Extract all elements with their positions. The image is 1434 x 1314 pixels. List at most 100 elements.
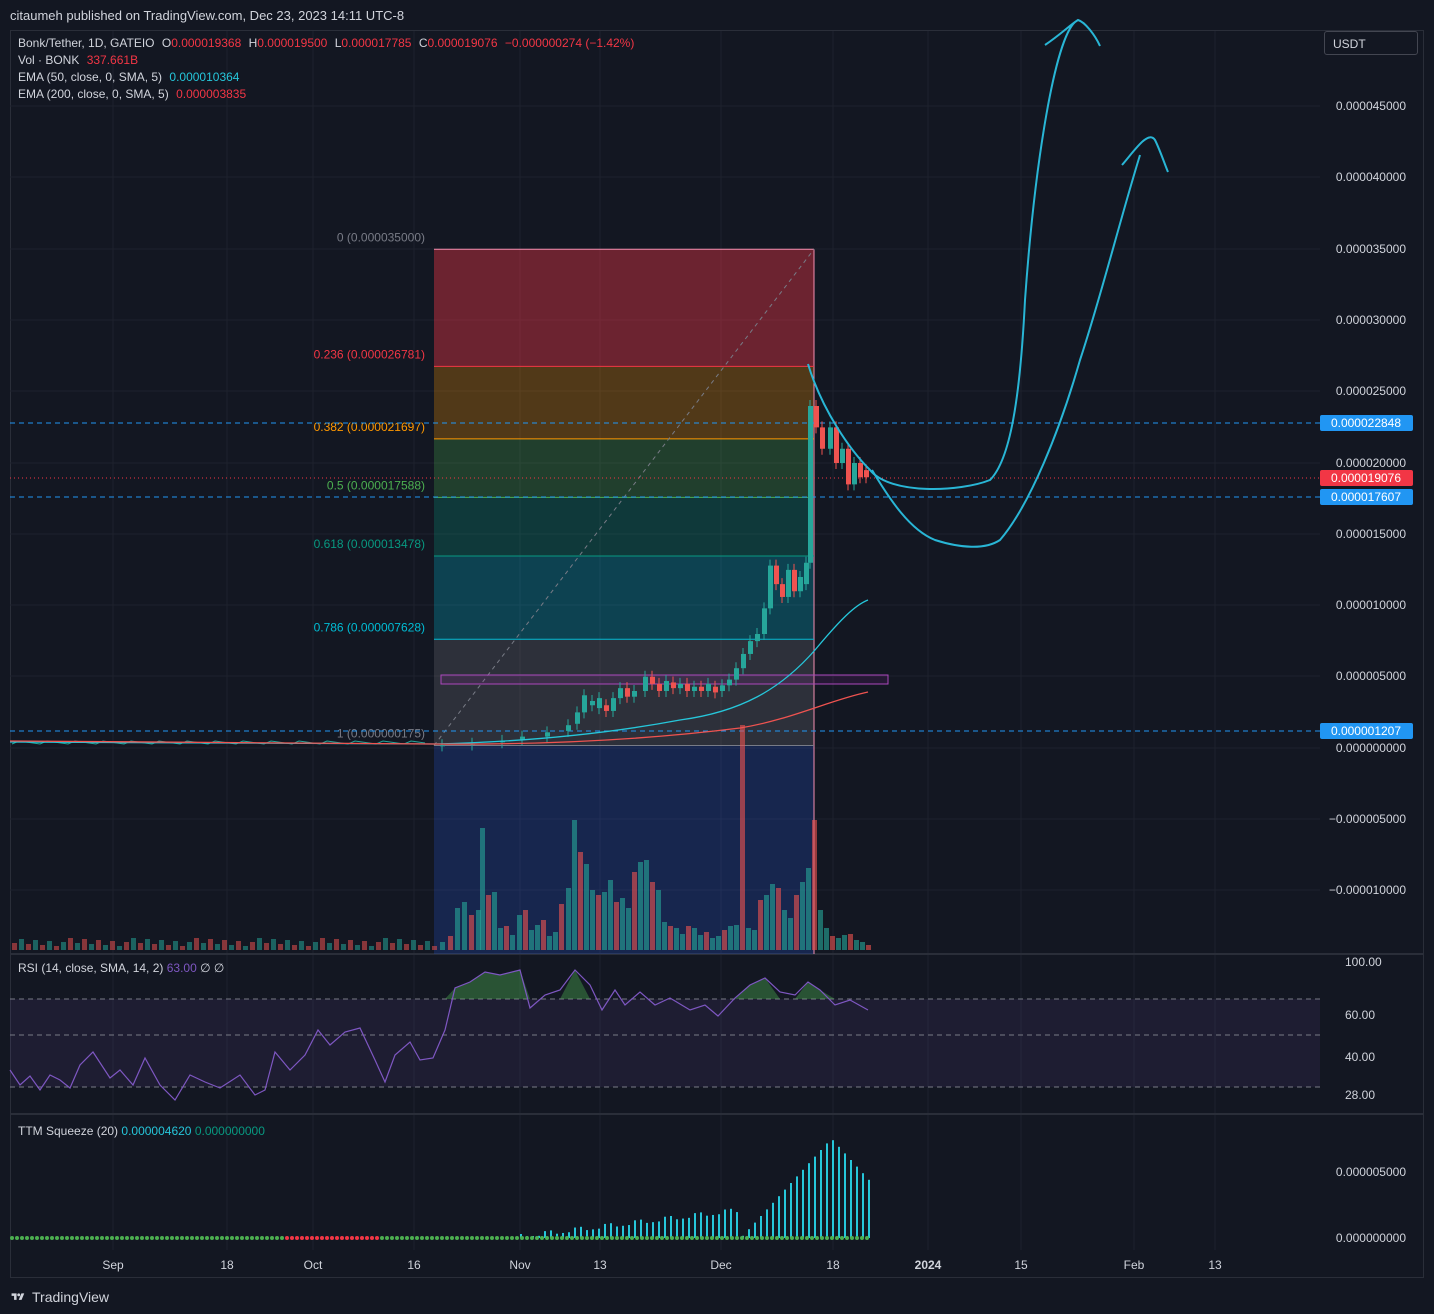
rsi-legend: RSI (14, close, SMA, 14, 2) 63.00 ∅ ∅ bbox=[18, 961, 224, 975]
volume-bar bbox=[208, 939, 213, 950]
squeeze-dot bbox=[30, 1236, 34, 1240]
candle bbox=[852, 463, 857, 485]
volume-bar bbox=[383, 938, 388, 950]
volume-bar bbox=[215, 944, 220, 950]
squeeze-dot bbox=[770, 1236, 774, 1240]
squeeze-dot bbox=[730, 1236, 734, 1240]
squeeze-dot bbox=[270, 1236, 274, 1240]
volume-bar bbox=[89, 944, 94, 950]
squeeze-dot bbox=[540, 1236, 544, 1240]
volume-bar bbox=[341, 944, 346, 950]
squeeze-label[interactable]: TTM Squeeze (20) bbox=[18, 1124, 118, 1138]
volume-bar bbox=[152, 944, 157, 950]
volume-bar bbox=[103, 945, 108, 950]
squeeze-dot bbox=[150, 1236, 154, 1240]
squeeze-histogram-bar bbox=[646, 1222, 648, 1238]
volume-bar bbox=[411, 940, 416, 950]
volume-bar bbox=[418, 945, 423, 950]
footer-brand[interactable]: TradingView bbox=[32, 1289, 109, 1305]
currency-button[interactable]: USDT bbox=[1324, 31, 1418, 55]
volume-value: 337.661B bbox=[86, 53, 139, 67]
volume-bar bbox=[320, 938, 325, 950]
fib-zone bbox=[434, 555, 814, 640]
fib-zone bbox=[434, 249, 814, 367]
ema200-label[interactable]: EMA (200, close, 0, SMA, 5) bbox=[18, 87, 169, 101]
candle bbox=[741, 653, 746, 669]
symbol-name[interactable]: Bonk/Tether, 1D, GATEIO bbox=[18, 36, 155, 50]
ema50-label[interactable]: EMA (50, close, 0, SMA, 5) bbox=[18, 70, 162, 84]
time-axis-label: Sep bbox=[102, 1258, 124, 1272]
projection-drawing-2[interactable] bbox=[871, 136, 1169, 548]
volume-bar bbox=[800, 882, 805, 950]
squeeze-dot bbox=[120, 1236, 124, 1240]
volume-bar bbox=[492, 892, 497, 950]
squeeze-dot bbox=[305, 1236, 309, 1240]
chart-canvas[interactable]: 0 (0.000035000) 0.236 (0.000026781) 0.382 … bbox=[0, 0, 1434, 1314]
squeeze-dot bbox=[225, 1236, 229, 1240]
squeeze-dot bbox=[840, 1236, 844, 1240]
squeeze-dot bbox=[340, 1236, 344, 1240]
price-tag-label: 0.000001207 bbox=[1331, 724, 1401, 738]
squeeze-histogram-bar bbox=[766, 1209, 768, 1238]
squeeze-dot bbox=[375, 1236, 379, 1240]
squeeze-dot bbox=[795, 1236, 799, 1240]
squeeze-histogram-bar bbox=[790, 1183, 792, 1238]
squeeze-axis-label: 0.000000000 bbox=[1336, 1231, 1406, 1245]
squeeze-histogram-bar bbox=[760, 1216, 762, 1238]
volume-bar bbox=[578, 852, 583, 950]
squeeze-dot bbox=[390, 1236, 394, 1240]
volume-bar bbox=[680, 934, 685, 950]
candle bbox=[780, 584, 785, 597]
projection-drawing-1[interactable] bbox=[807, 18, 1101, 490]
tradingview-logo-icon[interactable] bbox=[10, 1292, 26, 1302]
volume-bar bbox=[656, 890, 661, 950]
squeeze-dot bbox=[215, 1236, 219, 1240]
squeeze-dot bbox=[370, 1236, 374, 1240]
fib-level-label: 0 (0.000035000) bbox=[337, 230, 425, 244]
squeeze-dot bbox=[715, 1236, 719, 1240]
squeeze-dot bbox=[845, 1236, 849, 1240]
squeeze-dot bbox=[400, 1236, 404, 1240]
volume-bar bbox=[201, 943, 206, 950]
squeeze-dot bbox=[755, 1236, 759, 1240]
volume-label[interactable]: Vol · BONK bbox=[18, 53, 79, 67]
squeeze-histogram-bar bbox=[844, 1153, 846, 1238]
candle bbox=[664, 681, 669, 691]
volume-bar bbox=[746, 928, 751, 950]
candle bbox=[858, 463, 863, 478]
squeeze-dot bbox=[590, 1236, 594, 1240]
squeeze-dot bbox=[430, 1236, 434, 1240]
squeeze-dot bbox=[80, 1236, 84, 1240]
squeeze-dot bbox=[820, 1236, 824, 1240]
squeeze-dot bbox=[570, 1236, 574, 1240]
volume-bar bbox=[138, 943, 143, 950]
candle bbox=[685, 683, 690, 691]
candle bbox=[762, 608, 767, 634]
squeeze-dot bbox=[780, 1236, 784, 1240]
rsi-label[interactable]: RSI (14, close, SMA, 14, 2) bbox=[18, 961, 163, 975]
volume-bar bbox=[818, 910, 823, 950]
volume-bar bbox=[369, 946, 374, 950]
squeeze-dot bbox=[485, 1236, 489, 1240]
squeeze-dot bbox=[835, 1236, 839, 1240]
time-axis-label: Oct bbox=[304, 1258, 323, 1272]
volume-bar bbox=[812, 820, 817, 950]
fib-level-label: 0.618 (0.000013478) bbox=[314, 537, 425, 551]
squeeze-dot bbox=[475, 1236, 479, 1240]
volume-bar bbox=[572, 820, 577, 950]
volume-bar bbox=[559, 904, 564, 950]
squeeze-dot bbox=[75, 1236, 79, 1240]
volume-bar bbox=[644, 860, 649, 950]
volume-bar bbox=[602, 892, 607, 950]
candle bbox=[846, 448, 851, 485]
candle bbox=[786, 569, 791, 597]
squeeze-dot bbox=[25, 1236, 29, 1240]
squeeze-histogram-bar bbox=[610, 1223, 612, 1238]
squeeze-dot bbox=[415, 1236, 419, 1240]
squeeze-dot bbox=[60, 1236, 64, 1240]
squeeze-value-1: 0.000004620 bbox=[121, 1124, 192, 1138]
candle bbox=[671, 682, 676, 689]
squeeze-dot bbox=[55, 1236, 59, 1240]
price-tag-label: 0.000022848 bbox=[1331, 416, 1401, 430]
price-axis-label: 0.000025000 bbox=[1336, 384, 1406, 398]
